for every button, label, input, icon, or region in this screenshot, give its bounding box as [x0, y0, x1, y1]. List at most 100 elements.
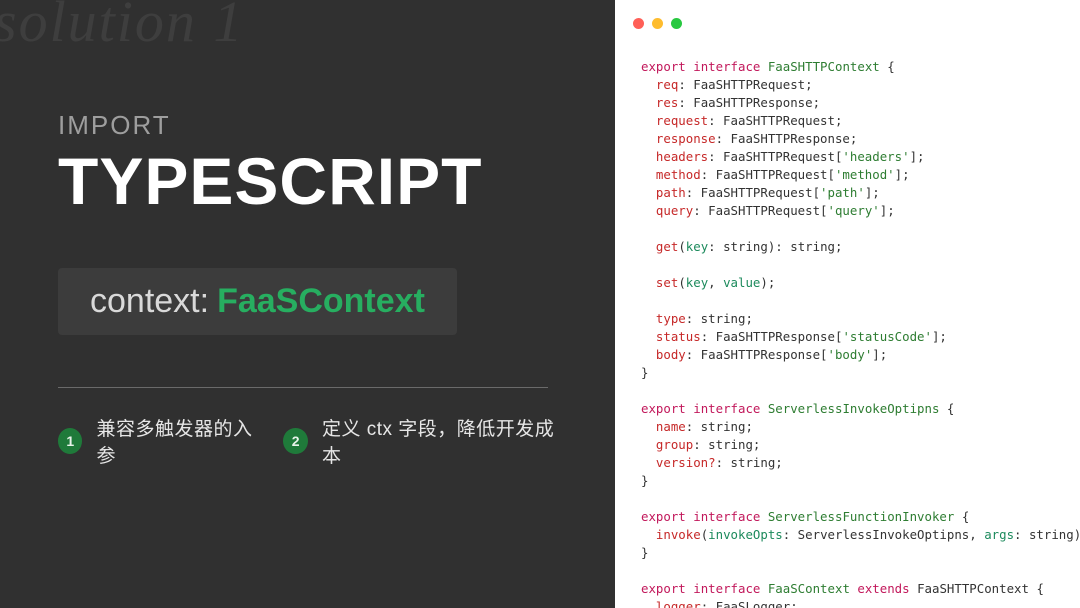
context-value: FaaSContext — [217, 282, 425, 321]
context-pill: context: FaaSContext — [58, 268, 457, 335]
tail: ]; — [865, 185, 880, 200]
left-panel: solution 1 IMPORT TYPESCRIPT context: Fa… — [0, 0, 615, 608]
sig: ); — [760, 275, 775, 290]
kw-interface: interface — [693, 59, 760, 74]
bullet-text: 定义 ctx 字段，降低开发成本 — [322, 414, 559, 468]
type-anno: : string; — [716, 455, 783, 470]
str: 'query' — [828, 203, 880, 218]
kw-export: export — [641, 509, 686, 524]
kw-export: export — [641, 401, 686, 416]
bullet-number: 1 — [58, 428, 82, 454]
prop: group — [656, 437, 693, 452]
slide: solution 1 IMPORT TYPESCRIPT context: Fa… — [0, 0, 1080, 608]
base-type: FaaSHTTPContext — [917, 581, 1029, 596]
prop: method — [656, 167, 701, 182]
type-name: FaaSHTTPContext — [768, 59, 880, 74]
tail: ]; — [880, 203, 895, 218]
sig: : string): string; — [708, 239, 842, 254]
zoom-icon — [671, 18, 682, 29]
lead: : FaaSHTTPResponse[ — [701, 329, 843, 344]
type-anno: : FaaSLogger; — [701, 599, 798, 608]
prop: res — [656, 95, 678, 110]
kw-export: export — [641, 581, 686, 596]
tail: : string); — [1014, 527, 1080, 542]
prop: path — [656, 185, 686, 200]
str: 'statusCode' — [842, 329, 932, 344]
method: get — [656, 239, 678, 254]
prop: req — [656, 77, 678, 92]
prop: headers — [656, 149, 708, 164]
param: key — [686, 275, 708, 290]
bullet-2: 2 定义 ctx 字段，降低开发成本 — [283, 414, 559, 468]
import-label: IMPORT — [58, 110, 559, 141]
method: invoke — [656, 527, 701, 542]
bullet-row: 1 兼容多触发器的入参 2 定义 ctx 字段，降低开发成本 — [58, 414, 559, 468]
prop: version? — [656, 455, 716, 470]
divider — [58, 387, 548, 388]
str: 'method' — [835, 167, 895, 182]
bullet-1: 1 兼容多触发器的入参 — [58, 414, 261, 468]
context-key: context: — [90, 282, 209, 321]
kw-interface: interface — [693, 509, 760, 524]
prop: body — [656, 347, 686, 362]
mid: : ServerlessInvokeOptipns, — [783, 527, 984, 542]
str: 'body' — [828, 347, 873, 362]
kw-export: export — [641, 59, 686, 74]
window-traffic-lights — [633, 18, 682, 29]
param: invokeOpts — [708, 527, 783, 542]
type-name: ServerlessFunctionInvoker — [768, 509, 955, 524]
prop: name — [656, 419, 686, 434]
kw-interface: interface — [693, 581, 760, 596]
brace: } — [641, 365, 648, 380]
method: set — [656, 275, 678, 290]
str: 'headers' — [842, 149, 909, 164]
type-anno: : string; — [686, 311, 753, 326]
prop: request — [656, 113, 708, 128]
prop: query — [656, 203, 693, 218]
lead: : FaaSHTTPRequest[ — [701, 167, 835, 182]
param: args — [984, 527, 1014, 542]
lead: : FaaSHTTPRequest[ — [686, 185, 820, 200]
type-anno: : string; — [686, 419, 753, 434]
code-block: export interface FaaSHTTPContext { req: … — [641, 58, 1072, 608]
prop: response — [656, 131, 716, 146]
tail: ]; — [872, 347, 887, 362]
brace: { — [947, 401, 954, 416]
kw-extends: extends — [857, 581, 909, 596]
comma: , — [708, 275, 723, 290]
brace: { — [887, 59, 894, 74]
kw-interface: interface — [693, 401, 760, 416]
paren: ( — [678, 275, 685, 290]
code-window: export interface FaaSHTTPContext { req: … — [615, 0, 1080, 608]
tail: ]; — [932, 329, 947, 344]
close-icon — [633, 18, 644, 29]
watermark-text: solution 1 — [0, 0, 244, 55]
type-anno: : FaaSHTTPRequest; — [678, 77, 812, 92]
tail: ]; — [910, 149, 925, 164]
bullet-number: 2 — [283, 428, 307, 454]
str: 'path' — [820, 185, 865, 200]
type-name: FaaSContext — [768, 581, 850, 596]
tail: ]; — [895, 167, 910, 182]
lead: : FaaSHTTPResponse[ — [686, 347, 828, 362]
type-anno: : FaaSHTTPResponse; — [716, 131, 858, 146]
page-title: TYPESCRIPT — [58, 147, 559, 216]
prop: type — [656, 311, 686, 326]
bullet-text: 兼容多触发器的入参 — [96, 414, 261, 468]
lead: : FaaSHTTPRequest[ — [693, 203, 827, 218]
param: value — [723, 275, 760, 290]
paren: ( — [678, 239, 685, 254]
type-anno: : FaaSHTTPRequest; — [708, 113, 842, 128]
brace: { — [962, 509, 969, 524]
type-anno: : FaaSHTTPResponse; — [678, 95, 820, 110]
param: key — [686, 239, 708, 254]
minimize-icon — [652, 18, 663, 29]
type-anno: : string; — [693, 437, 760, 452]
brace: { — [1036, 581, 1043, 596]
brace: } — [641, 473, 648, 488]
brace: } — [641, 545, 648, 560]
prop: logger — [656, 599, 701, 608]
lead: : FaaSHTTPRequest[ — [708, 149, 842, 164]
prop: status — [656, 329, 701, 344]
type-name: ServerlessInvokeOptipns — [768, 401, 940, 416]
